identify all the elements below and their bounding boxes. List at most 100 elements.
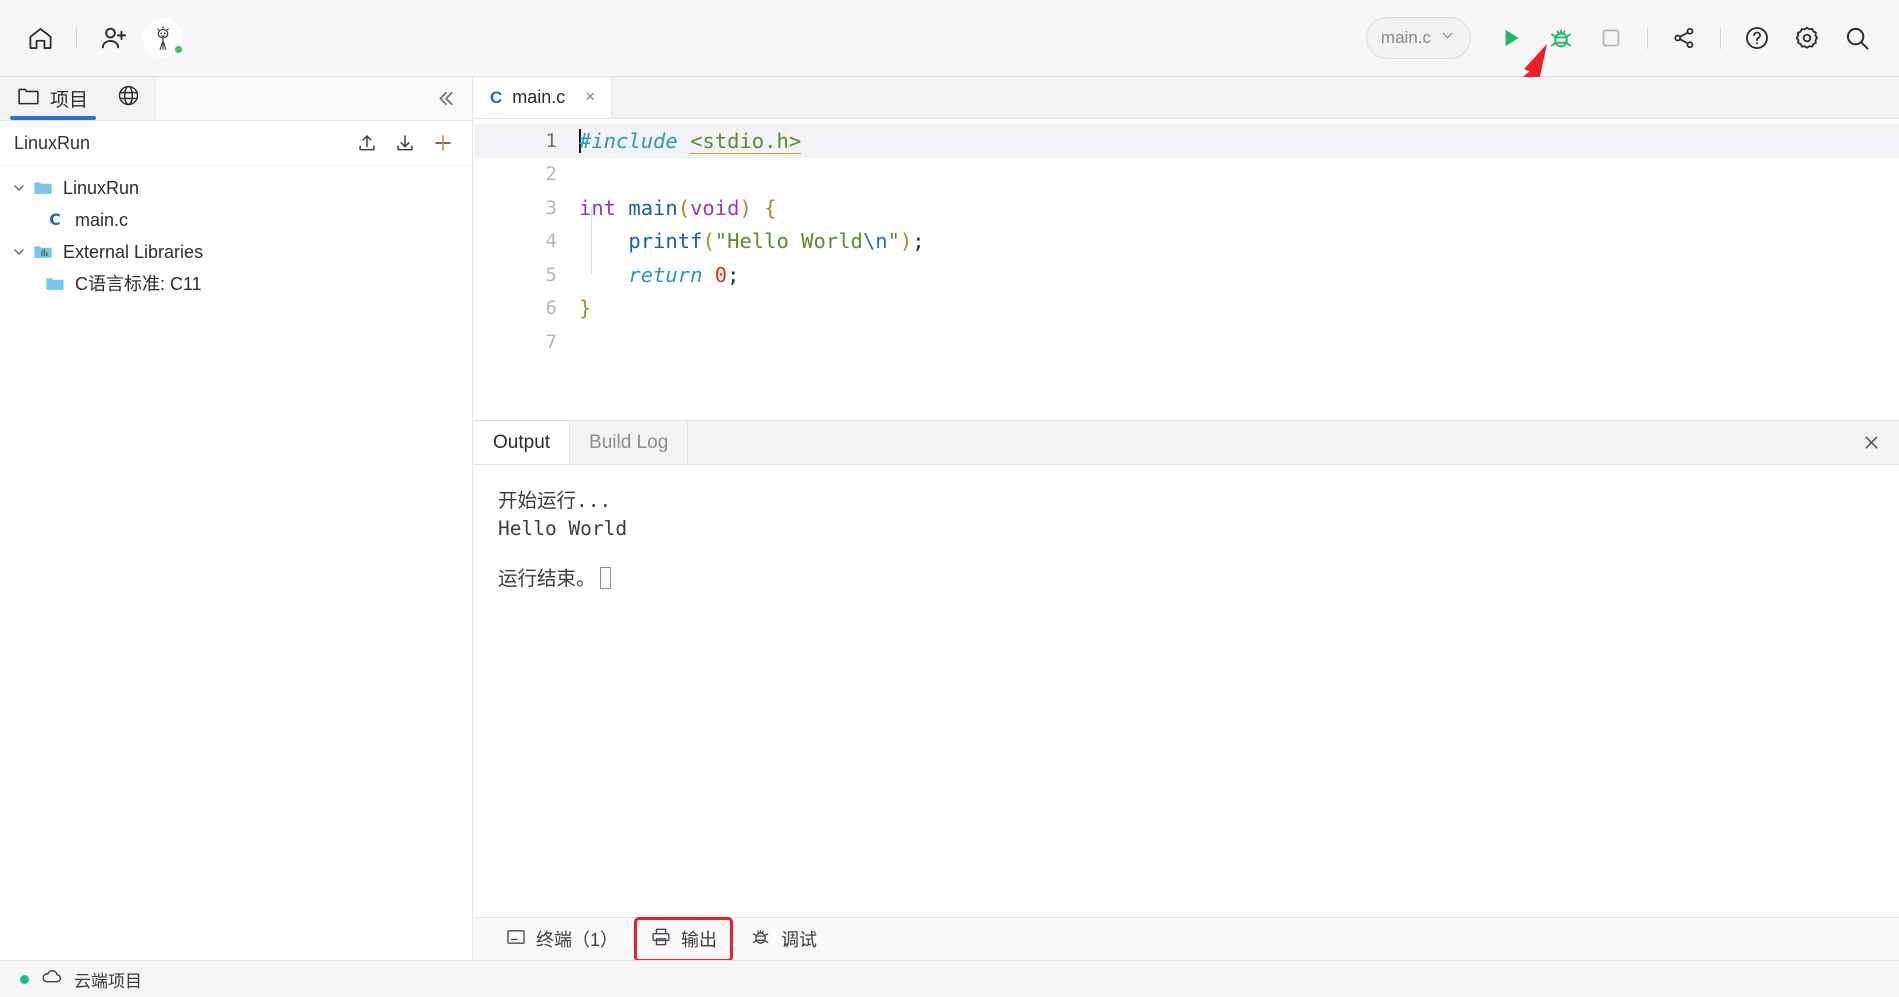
output-content[interactable]: 开始运行... Hello World 运行结束。 bbox=[474, 465, 1899, 917]
sidebar-tabbar: 项目 bbox=[0, 77, 472, 121]
line-number: 5 bbox=[545, 263, 557, 286]
tree-label: LinuxRun bbox=[63, 178, 140, 198]
project-actions bbox=[350, 127, 460, 159]
add-user-icon[interactable] bbox=[89, 14, 137, 62]
library-folder-icon bbox=[30, 241, 56, 263]
top-toolbar: main.c bbox=[0, 0, 1899, 77]
sidebar-item-web[interactable] bbox=[102, 77, 155, 120]
folder-icon bbox=[42, 273, 68, 295]
code-token-function: printf bbox=[628, 229, 703, 254]
line-number: 7 bbox=[545, 330, 557, 353]
download-icon[interactable] bbox=[388, 127, 422, 159]
sidebar-tabbar-filler bbox=[155, 77, 416, 120]
code-token-paren: ) bbox=[899, 229, 913, 254]
output-tabbar: Output Build Log bbox=[474, 421, 1899, 465]
project-name: LinuxRun bbox=[14, 132, 91, 153]
code-token-include: <stdio.h> bbox=[690, 128, 802, 154]
code-line-text: int main(void) { bbox=[579, 196, 777, 220]
code-token-paren: ( bbox=[677, 195, 691, 220]
folder-icon bbox=[16, 83, 41, 114]
tree-folder-linuxrun[interactable]: LinuxRun bbox=[0, 172, 472, 204]
output-tab-build-log[interactable]: Build Log bbox=[570, 421, 689, 464]
code-token-semicolon: ; bbox=[912, 229, 925, 254]
close-icon[interactable]: × bbox=[575, 88, 597, 107]
code-line-text: printf("Hello World\n"); bbox=[579, 229, 925, 254]
upload-icon[interactable] bbox=[350, 127, 384, 159]
output-line-final: 运行结束。 bbox=[498, 565, 1899, 593]
line-number: 1 bbox=[545, 129, 557, 152]
svg-text:C: C bbox=[49, 211, 60, 229]
project-header: LinuxRun bbox=[0, 121, 472, 166]
close-icon[interactable] bbox=[1843, 421, 1899, 464]
line-number: 3 bbox=[545, 196, 557, 219]
terminal-icon bbox=[505, 926, 527, 953]
tree-label: External Libraries bbox=[63, 242, 204, 262]
code-token-escape: \n bbox=[862, 229, 888, 254]
folder-icon bbox=[30, 177, 56, 199]
sidebar-item-project[interactable]: 项目 bbox=[0, 77, 102, 120]
code-token-number: 0 bbox=[714, 262, 728, 287]
code-token-paren: ( bbox=[702, 229, 715, 254]
editor-tab-mainc[interactable]: C main.c × bbox=[474, 77, 613, 118]
tree-label: C语言标准: C11 bbox=[75, 274, 202, 294]
sidebar-tab-label: 项目 bbox=[50, 90, 89, 111]
status-bar: 云端项目 bbox=[0, 960, 1899, 997]
tree-file-mainc[interactable]: C main.c bbox=[0, 204, 472, 236]
line-number: 4 bbox=[545, 230, 557, 253]
avatar[interactable] bbox=[139, 14, 187, 62]
bottom-toolstrip: 终端（1） 输出 调试 bbox=[474, 916, 1899, 962]
tool-label: 调试 bbox=[781, 930, 818, 950]
code-line-text: } bbox=[579, 296, 591, 320]
code-token-keyword: return bbox=[628, 262, 703, 287]
output-tab-output[interactable]: Output bbox=[474, 421, 571, 464]
file-tree: LinuxRun C main.c External Libraries C语言… bbox=[0, 166, 472, 300]
file-selector-dropdown[interactable]: main.c bbox=[1365, 17, 1471, 59]
printer-icon bbox=[650, 926, 672, 953]
code-token-preprocessor: #include bbox=[579, 128, 678, 153]
status-label: 云端项目 bbox=[74, 971, 142, 991]
tree-item-c-standard[interactable]: C语言标准: C11 bbox=[0, 268, 472, 300]
code-line: 7 bbox=[474, 325, 1899, 359]
toolbar-right-group: main.c bbox=[1365, 14, 1899, 62]
tool-output[interactable]: 输出 bbox=[634, 916, 734, 962]
tree-folder-external-libraries[interactable]: External Libraries bbox=[0, 236, 472, 268]
c-file-icon: C bbox=[42, 209, 68, 231]
run-icon[interactable] bbox=[1487, 14, 1535, 62]
code-token-param: void bbox=[690, 195, 740, 220]
line-number: 2 bbox=[545, 163, 557, 186]
chevron-down-icon[interactable] bbox=[8, 244, 30, 260]
code-token-brace: { bbox=[764, 195, 777, 220]
code-token-brace: } bbox=[579, 296, 592, 321]
debug-icon[interactable] bbox=[1537, 14, 1585, 62]
search-icon[interactable] bbox=[1833, 14, 1881, 62]
code-line: 3 int main(void) { bbox=[474, 191, 1899, 225]
tool-debug[interactable]: 调试 bbox=[736, 919, 830, 959]
share-icon[interactable] bbox=[1660, 14, 1708, 62]
output-panel: Output Build Log 开始运行... Hello World 运行结… bbox=[474, 420, 1899, 917]
toolbar-divider bbox=[1647, 27, 1648, 49]
online-status-dot bbox=[173, 44, 184, 55]
code-line: 4 printf("Hello World\n"); bbox=[474, 225, 1899, 259]
code-line: 2 bbox=[474, 158, 1899, 192]
chevron-double-left-icon[interactable] bbox=[416, 77, 472, 120]
help-icon[interactable] bbox=[1733, 14, 1781, 62]
home-icon[interactable] bbox=[16, 14, 64, 62]
settings-gear-icon[interactable] bbox=[1783, 14, 1831, 62]
cloud-icon bbox=[40, 965, 63, 993]
tool-terminal[interactable]: 终端（1） bbox=[492, 920, 631, 959]
editor-tabbar-filler bbox=[612, 77, 1899, 118]
tree-label: main.c bbox=[75, 210, 129, 230]
tool-label: 输出 bbox=[681, 930, 718, 950]
plus-icon[interactable] bbox=[426, 127, 460, 159]
output-tabbar-filler bbox=[688, 421, 1843, 464]
c-file-icon: C bbox=[490, 87, 503, 107]
toolbar-divider bbox=[76, 27, 77, 49]
code-token-string: "Hello World bbox=[714, 229, 863, 254]
globe-icon bbox=[116, 83, 141, 114]
ide-window: main.c 项目 LinuxRun LinuxRun C main.c Ext… bbox=[0, 0, 1899, 997]
stop-icon[interactable] bbox=[1587, 14, 1635, 62]
code-line: 5 return 0; bbox=[474, 258, 1899, 292]
status-indicator-dot bbox=[20, 974, 29, 984]
code-token-string: " bbox=[887, 229, 900, 254]
chevron-down-icon[interactable] bbox=[8, 180, 30, 196]
